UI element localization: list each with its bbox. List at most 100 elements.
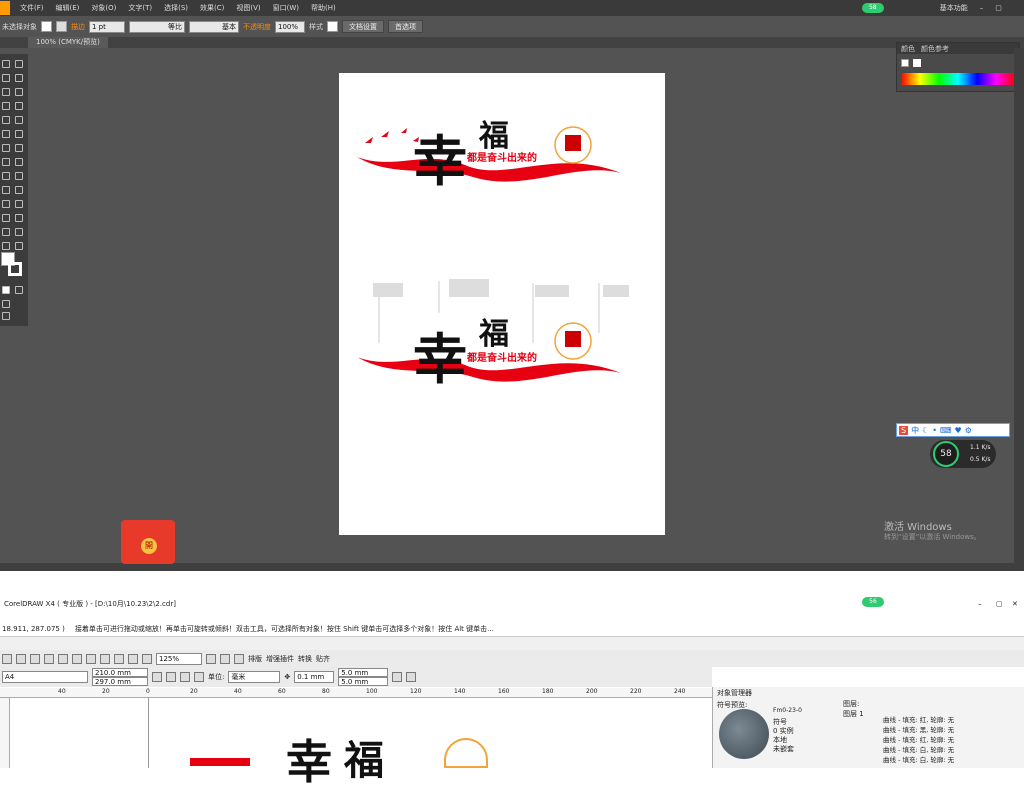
- menu-help[interactable]: 帮助(H): [305, 3, 342, 13]
- landscape-icon[interactable]: [166, 672, 176, 682]
- skin-icon[interactable]: ♥: [955, 426, 962, 435]
- magic-wand-icon[interactable]: [2, 74, 10, 82]
- color-mode-icon[interactable]: [2, 286, 10, 294]
- panel-stroke-swatch[interactable]: [913, 59, 921, 67]
- document-setup-button[interactable]: 文档设置: [342, 20, 384, 33]
- blend-tool-icon[interactable]: [15, 200, 23, 208]
- none-mode-icon[interactable]: [15, 286, 23, 294]
- brush-select[interactable]: 基本: [189, 20, 239, 33]
- portrait-icon[interactable]: [152, 672, 162, 682]
- list-item[interactable]: 曲线 - 填充: 红, 轮廓: 无: [883, 715, 954, 725]
- menu-object[interactable]: 对象(O): [85, 3, 122, 13]
- export-icon[interactable]: [142, 653, 152, 664]
- new-icon[interactable]: [2, 653, 12, 664]
- all-pages-icon[interactable]: [180, 672, 190, 682]
- minimize-button[interactable]: –: [974, 4, 990, 12]
- toolbar-typeset[interactable]: 排版: [248, 654, 262, 664]
- mesh-tool-icon[interactable]: [2, 186, 10, 194]
- fit-page-icon[interactable]: [234, 653, 244, 664]
- list-item[interactable]: 曲线 - 填充: 红, 轮廓: 无: [883, 735, 954, 745]
- rotate-tool-icon[interactable]: [2, 144, 10, 152]
- nudge-distance-field[interactable]: 0.1 mm: [294, 671, 335, 683]
- toolbar-snap[interactable]: 贴齐: [316, 654, 330, 664]
- scale-tool-icon[interactable]: [15, 144, 23, 152]
- direct-selection-tool-icon[interactable]: [15, 60, 23, 68]
- hand-tool-icon[interactable]: [2, 242, 10, 250]
- menu-file[interactable]: 文件(F): [14, 3, 50, 13]
- lasso-icon[interactable]: [15, 74, 23, 82]
- slice-tool-icon[interactable]: [15, 228, 23, 236]
- punctuation-icon[interactable]: •: [932, 426, 937, 435]
- workspace-switcher[interactable]: 基本功能: [934, 3, 974, 13]
- moon-icon[interactable]: ☾: [922, 426, 929, 435]
- warp-tool-icon[interactable]: [2, 158, 10, 166]
- color-spectrum[interactable]: [901, 73, 1015, 85]
- menu-effect[interactable]: 效果(C): [194, 3, 230, 13]
- page-width-field[interactable]: 210.0 mm: [92, 668, 148, 677]
- horizontal-ruler[interactable]: 40 20 0 20 40 60 80 100 120 140 160 180 …: [0, 688, 712, 698]
- red-packet-widget[interactable]: 開: [121, 520, 175, 564]
- artboard[interactable]: 幸 福 都是奋斗出来的 幸 福 都是奋斗出来的: [339, 73, 665, 535]
- settings-icon[interactable]: ⚙: [965, 426, 972, 435]
- menu-edit[interactable]: 编辑(E): [50, 3, 86, 13]
- page-size-select[interactable]: A4: [2, 671, 88, 683]
- undo-icon[interactable]: [100, 653, 110, 664]
- screen-mode-icon[interactable]: [2, 312, 10, 320]
- scissors-tool-icon[interactable]: [15, 130, 23, 138]
- line-tool-icon[interactable]: [2, 102, 10, 110]
- duplicate-x-field[interactable]: 5.0 mm: [338, 668, 389, 677]
- profile-select[interactable]: 等比: [129, 20, 185, 33]
- save-icon[interactable]: [30, 653, 40, 664]
- zoom-out-icon[interactable]: [220, 653, 230, 664]
- type-tool-icon[interactable]: [15, 88, 23, 96]
- stroke-swatch[interactable]: [56, 21, 67, 32]
- color-guide-tab[interactable]: 颜色参考: [921, 44, 949, 54]
- treat-as-filled-icon[interactable]: [392, 672, 403, 682]
- shape-builder-icon[interactable]: [2, 172, 10, 180]
- print-icon[interactable]: [44, 653, 54, 664]
- opacity-label[interactable]: 不透明度: [243, 22, 271, 32]
- zoom-in-icon[interactable]: [206, 653, 216, 664]
- vertical-scrollbar[interactable]: [1014, 48, 1024, 563]
- paste-icon[interactable]: [86, 653, 96, 664]
- pen-tool-icon[interactable]: [2, 88, 10, 96]
- keyboard-icon[interactable]: ⌨: [940, 426, 952, 435]
- draw-mode-icon[interactable]: [2, 300, 10, 308]
- pencil-tool-icon[interactable]: [15, 116, 23, 124]
- red-packet-open[interactable]: 開: [141, 538, 157, 554]
- list-item[interactable]: 曲线 - 填充: 白, 轮廓: 无: [883, 755, 954, 765]
- restore-button[interactable]: ▢: [989, 4, 1008, 12]
- corel-restore-button[interactable]: ▢: [996, 600, 1003, 608]
- graph-tool-icon[interactable]: [15, 214, 23, 222]
- document-tab[interactable]: 100% (CMYK/预览): [28, 37, 108, 48]
- stroke-width-field[interactable]: 1 pt: [89, 20, 125, 33]
- ime-mode[interactable]: 中: [911, 425, 919, 436]
- stroke-label[interactable]: 描边: [71, 22, 85, 32]
- selection-tool-icon[interactable]: [2, 60, 10, 68]
- opacity-field[interactable]: 100%: [275, 20, 305, 33]
- snap-icon[interactable]: [406, 672, 417, 682]
- layer-1[interactable]: 图层 1: [843, 709, 864, 719]
- panel-fill-swatch[interactable]: [901, 59, 909, 67]
- artboard-tool-icon[interactable]: [2, 228, 10, 236]
- duplicate-y-field[interactable]: 5.0 mm: [338, 677, 389, 686]
- list-item[interactable]: 曲线 - 填充: 黑, 轮廓: 无: [883, 725, 954, 735]
- free-transform-icon[interactable]: [15, 158, 23, 166]
- color-tab[interactable]: 颜色: [901, 44, 915, 54]
- import-icon[interactable]: [128, 653, 138, 664]
- notification-badge[interactable]: 58: [861, 3, 884, 13]
- current-page-icon[interactable]: [194, 672, 204, 682]
- stroke-color-box[interactable]: [8, 262, 22, 276]
- list-item[interactable]: 曲线 - 填充: 白, 轮廓: 无: [883, 745, 954, 755]
- toolbar-plugins[interactable]: 增强插件: [266, 654, 294, 664]
- cut-icon[interactable]: [58, 653, 68, 664]
- units-select[interactable]: 毫米: [228, 671, 281, 683]
- menu-type[interactable]: 文字(T): [122, 3, 158, 13]
- corel-minimize-button[interactable]: –: [978, 600, 982, 608]
- redo-icon[interactable]: [114, 653, 124, 664]
- corel-drawing-area[interactable]: 幸 福: [0, 698, 712, 789]
- style-swatch[interactable]: [327, 21, 338, 32]
- eraser-tool-icon[interactable]: [2, 130, 10, 138]
- toolbar-convert[interactable]: 转换: [298, 654, 312, 664]
- menu-select[interactable]: 选择(S): [158, 3, 194, 13]
